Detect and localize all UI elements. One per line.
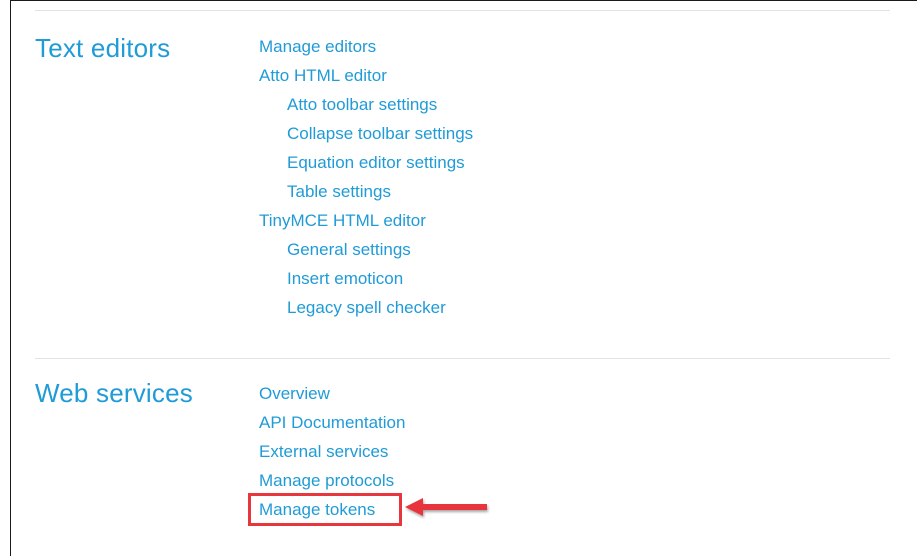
section-title-web-services: Web services	[35, 378, 193, 408]
link-tinymce-html-editor[interactable]: TinyMCE HTML editor	[259, 206, 473, 235]
section-divider-top	[35, 10, 890, 11]
link-atto-html-editor[interactable]: Atto HTML editor	[259, 61, 473, 90]
section-title-text-editors: Text editors	[35, 33, 171, 63]
link-overview[interactable]: Overview	[259, 379, 405, 408]
link-collapse-toolbar-settings[interactable]: Collapse toolbar settings	[259, 119, 473, 148]
link-atto-toolbar-settings[interactable]: Atto toolbar settings	[259, 90, 473, 119]
link-api-documentation[interactable]: API Documentation	[259, 408, 405, 437]
section-divider	[35, 358, 890, 359]
link-insert-emoticon[interactable]: Insert emoticon	[259, 264, 473, 293]
text-editors-links: Manage editors Atto HTML editor Atto too…	[259, 32, 473, 322]
link-table-settings[interactable]: Table settings	[259, 177, 473, 206]
link-external-services[interactable]: External services	[259, 437, 405, 466]
link-manage-protocols[interactable]: Manage protocols	[259, 466, 405, 495]
highlight-box	[248, 493, 402, 526]
red-arrow-left-icon	[405, 498, 487, 516]
link-general-settings[interactable]: General settings	[259, 235, 473, 264]
link-legacy-spell-checker[interactable]: Legacy spell checker	[259, 293, 473, 322]
link-equation-editor-settings[interactable]: Equation editor settings	[259, 148, 473, 177]
link-manage-editors[interactable]: Manage editors	[259, 32, 473, 61]
